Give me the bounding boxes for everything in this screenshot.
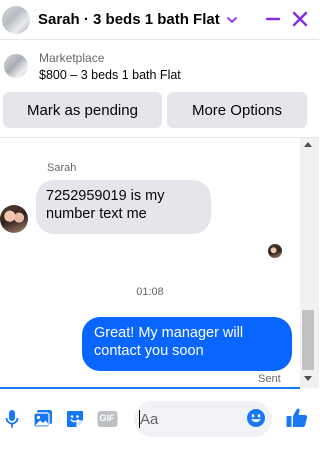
gif-button[interactable]: GIF (96, 408, 118, 430)
minimize-icon (265, 17, 281, 21)
listing-image[interactable] (4, 54, 28, 78)
message-input[interactable] (140, 409, 240, 429)
scrollbar-thumb[interactable] (302, 310, 314, 370)
sender-name: Sarah (47, 162, 77, 174)
thumbs-up-icon[interactable] (285, 406, 309, 430)
marketplace-listing-card: Marketplace $800 – 3 beds 1 bath Flat Ma… (0, 40, 319, 148)
gif-label: GIF (99, 413, 115, 423)
close-icon (292, 11, 308, 27)
listing-thumbnail[interactable] (2, 5, 30, 34)
seen-avatar (268, 244, 282, 258)
chat-header: Sarah · 3 beds 1 bath Flat (0, 0, 319, 40)
marketplace-label: Marketplace (39, 51, 105, 65)
incoming-message[interactable]: 7252959019 is my number text me (36, 180, 211, 234)
avatar[interactable] (0, 205, 28, 233)
voice-clip-button[interactable] (1, 408, 23, 430)
chevron-down-icon[interactable] (226, 14, 238, 26)
mark-as-pending-button[interactable]: Mark as pending (3, 92, 162, 128)
scroll-down-arrow-icon[interactable] (304, 376, 312, 381)
message-input-container[interactable] (134, 401, 272, 437)
message-composer: GIF (0, 389, 319, 449)
close-button[interactable] (289, 8, 311, 30)
minimize-button[interactable] (263, 9, 283, 29)
listing-title[interactable]: $800 – 3 beds 1 bath Flat (39, 68, 181, 82)
microphone-icon (5, 410, 19, 428)
delivery-status: Sent (258, 373, 281, 385)
scroll-up-arrow-icon[interactable] (304, 142, 312, 147)
conversation-title[interactable]: Sarah · 3 beds 1 bath Flat (38, 11, 220, 28)
attach-photo-button[interactable] (32, 408, 54, 430)
message-timestamp: 01:08 (136, 286, 164, 298)
message-list[interactable]: Sarah 7252959019 is my number text me 01… (0, 138, 300, 388)
scrollbar[interactable] (300, 138, 319, 388)
sticker-icon (67, 411, 83, 427)
outgoing-message[interactable]: Great! My manager will contact you soon (82, 317, 292, 371)
sticker-button[interactable] (64, 408, 86, 430)
emoji-icon[interactable] (246, 408, 266, 428)
more-options-button[interactable]: More Options (167, 92, 307, 128)
photo-icon (33, 410, 52, 428)
